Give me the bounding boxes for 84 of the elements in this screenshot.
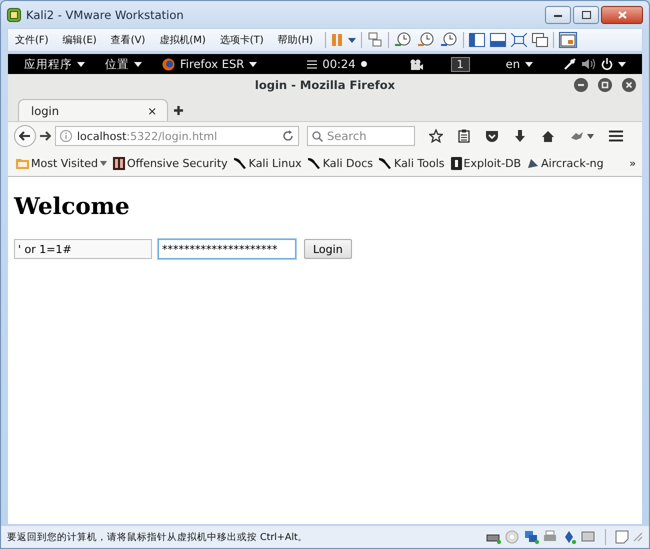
- plug-icon[interactable]: [563, 57, 577, 71]
- vmware-logo-icon: [7, 8, 21, 22]
- menu-item[interactable]: 选项卡(T): [212, 31, 271, 49]
- bookmark-site-icon: [450, 156, 462, 170]
- search-icon: [312, 131, 323, 142]
- star-icon[interactable]: [429, 129, 443, 143]
- clock-icon[interactable]: [394, 32, 412, 48]
- bookmark-link[interactable]: Kali Docs: [322, 156, 374, 170]
- bookmark-link[interactable]: Kali Tools: [394, 156, 445, 170]
- status-text: 要返回到您的计算机，请将鼠标指针从虚拟机中移出或按 Ctrl+Alt。: [7, 530, 309, 544]
- sidebar-icon[interactable]: [469, 33, 486, 47]
- close-icon[interactable]: [622, 78, 636, 92]
- close-button[interactable]: [601, 6, 643, 24]
- clock-icon[interactable]: [417, 32, 436, 48]
- resize-grip-icon: [633, 532, 643, 542]
- network-icon[interactable]: [524, 530, 539, 544]
- clock-icon[interactable]: [440, 32, 458, 48]
- firefox-icon: [162, 58, 175, 70]
- caret-icon[interactable]: [587, 134, 594, 138]
- address-bar[interactable]: localhost:5322/login.html: [55, 126, 299, 146]
- bookmark-link[interactable]: Exploit-DB: [464, 156, 522, 170]
- panel-icon[interactable]: [490, 33, 506, 47]
- caret-icon: [134, 62, 142, 66]
- caret-icon: [618, 62, 626, 66]
- menu-item[interactable]: 帮助(H): [270, 31, 320, 49]
- maximize-icon: [582, 10, 590, 18]
- minimize-icon[interactable]: [574, 78, 588, 92]
- folder-icon: [16, 157, 29, 169]
- camera-icon[interactable]: [408, 58, 423, 70]
- back-arrow-icon: [19, 131, 31, 141]
- window-title: Kali2 - VMware Workstation: [26, 8, 185, 22]
- clipboard-icon[interactable]: [458, 129, 470, 143]
- caret-icon: [77, 62, 85, 66]
- dot-icon: [360, 61, 367, 67]
- power-icon[interactable]: [601, 58, 613, 70]
- menu-item[interactable]: 文件(F): [8, 31, 56, 49]
- speaker-icon[interactable]: [582, 58, 596, 70]
- list-icon: [307, 60, 318, 68]
- download-icon[interactable]: [514, 130, 526, 142]
- caret-icon[interactable]: [348, 38, 356, 42]
- workspace-indicator[interactable]: 1: [450, 56, 470, 72]
- caret-icon: [249, 62, 258, 66]
- caret-icon: [525, 62, 533, 66]
- browser-title: login - Mozilla Firefox: [254, 78, 396, 92]
- url-text: localhost:5322/login.html: [77, 130, 218, 142]
- forward-icon[interactable]: [40, 131, 51, 141]
- home-icon[interactable]: [541, 130, 555, 142]
- applications-menu[interactable]: 应用程序: [16, 56, 93, 72]
- info-icon: [60, 130, 72, 142]
- language-menu[interactable]: en: [498, 57, 541, 71]
- bookmark-link[interactable]: Offensive Security: [126, 156, 228, 170]
- message-icon[interactable]: [615, 530, 629, 544]
- pocket-icon[interactable]: [485, 130, 499, 142]
- maximize-button[interactable]: [573, 6, 599, 24]
- search-field[interactable]: Search: [307, 126, 415, 146]
- display-icon[interactable]: [581, 530, 596, 544]
- fullscreen-icon[interactable]: [511, 33, 528, 47]
- plus-icon[interactable]: [174, 106, 183, 114]
- close-icon: [618, 10, 626, 18]
- menu-icon[interactable]: [609, 130, 623, 142]
- username-field[interactable]: ' or 1=1#: [14, 239, 152, 259]
- maximize-icon[interactable]: [598, 78, 612, 92]
- bookmark-site-icon: [112, 156, 125, 170]
- minimize-button[interactable]: [545, 6, 571, 24]
- browser-tab[interactable]: login ×: [18, 99, 168, 121]
- menu-item[interactable]: 虚拟机(M): [152, 31, 213, 49]
- page-heading: Welcome: [14, 193, 131, 220]
- app-menu[interactable]: Firefox ESR: [154, 57, 266, 71]
- clock-menu[interactable]: 00:24: [299, 57, 375, 71]
- menu-item[interactable]: 查看(V): [104, 31, 152, 49]
- bookmark-link[interactable]: Aircrack-ng: [541, 156, 604, 170]
- login-button[interactable]: Login: [304, 239, 352, 259]
- bookmark-link[interactable]: Most Visited: [31, 156, 98, 170]
- tab-close[interactable]: ×: [147, 104, 157, 118]
- places-menu[interactable]: 位置: [97, 56, 150, 72]
- bookmarks-overflow[interactable]: »: [629, 156, 636, 170]
- reload-icon[interactable]: [282, 130, 294, 142]
- back-button[interactable]: [14, 125, 36, 147]
- bookmark-link[interactable]: Kali Linux: [248, 156, 302, 170]
- thumbnail-icon[interactable]: [559, 32, 578, 48]
- printer-icon[interactable]: [543, 530, 558, 544]
- menu-item[interactable]: 编辑(E): [56, 31, 104, 49]
- password-field[interactable]: *********************: [158, 239, 296, 259]
- caret-icon: [100, 160, 107, 166]
